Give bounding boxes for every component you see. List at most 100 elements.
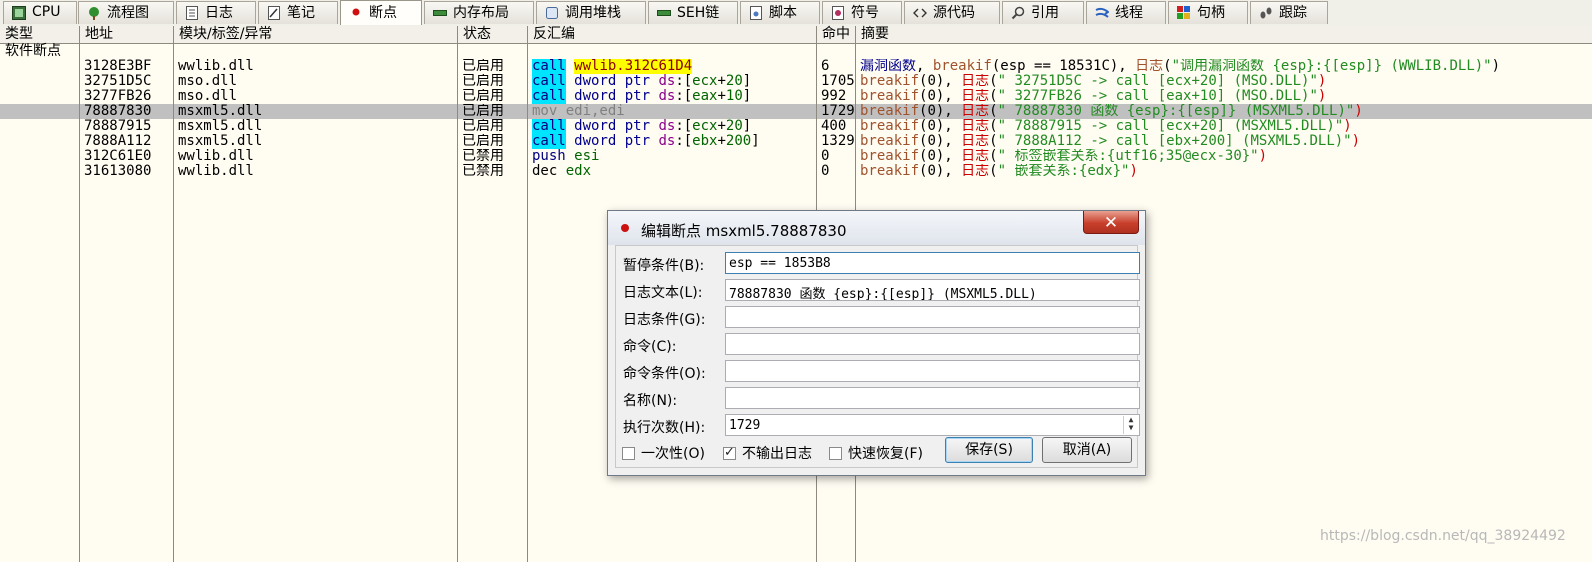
dialog-titlebar[interactable]: 编辑断点 msxml5.78887830 ✕ xyxy=(608,211,1145,245)
tab-breakpoints[interactable]: 断点 xyxy=(340,0,422,25)
script-icon xyxy=(749,6,763,20)
fast-resume-checkbox[interactable]: 快速恢复(F) xyxy=(829,443,923,463)
log-condition-input[interactable] xyxy=(725,306,1140,328)
tab-symbols[interactable]: 符号 xyxy=(822,1,902,24)
tab-threads[interactable]: 线程 xyxy=(1086,1,1166,24)
col-hits[interactable]: 命中 xyxy=(817,26,856,43)
row-module: wwlib.dll xyxy=(178,149,254,164)
log-icon xyxy=(185,6,199,20)
tab-script[interactable]: 脚本 xyxy=(740,1,820,24)
row-disasm: call dword ptr ds:[ecx+20] xyxy=(532,74,752,89)
save-button[interactable]: 保存(S) xyxy=(945,437,1033,463)
group-label: 软件断点 xyxy=(5,43,61,59)
tab-seh-chain[interactable]: SEH链 xyxy=(648,1,738,24)
tab-bar: CPU 流程图 日志 笔记 断点 内存布局 调用堆栈 SEH链 脚本 符号 源代… xyxy=(0,0,1592,27)
command-condition-input[interactable] xyxy=(725,360,1140,382)
cancel-button[interactable]: 取消(A) xyxy=(1042,437,1132,463)
tab-memory-map[interactable]: 内存布局 xyxy=(424,1,534,24)
breakpoint-dot-icon xyxy=(621,224,629,232)
watermark: https://blog.csdn.net/qq_38924492 xyxy=(1320,528,1566,544)
column-divider xyxy=(527,44,528,562)
tab-cpu[interactable]: CPU xyxy=(3,1,77,24)
row-summary: breakif(0), 日志(" 标签嵌套关系:{utf16;35@ecx-30… xyxy=(860,149,1268,164)
tab-log[interactable]: 日志 xyxy=(176,1,256,24)
notes-icon xyxy=(267,6,281,20)
col-state[interactable]: 状态 xyxy=(458,26,528,43)
disasm-call: call xyxy=(532,59,566,74)
tab-source[interactable]: 源代码 xyxy=(904,1,1000,24)
checkbox-box xyxy=(829,446,842,460)
dialog-title: 编辑断点 msxml5.78887830 xyxy=(641,222,847,240)
row-module: wwlib.dll xyxy=(178,59,254,74)
table-row[interactable]: 3128E3BF wwlib.dll 已启用 call wwlib.312C61… xyxy=(0,59,1592,74)
row-address: 78887915 xyxy=(84,119,152,134)
thread-icon xyxy=(1095,6,1110,20)
once-checkbox[interactable]: 一次性(O) xyxy=(622,443,705,463)
close-button[interactable]: ✕ xyxy=(1083,211,1139,234)
field-label: 暂停条件(B): xyxy=(623,258,705,274)
row-summary: breakif(0), 日志(" 3277FB26 -> call [eax+1… xyxy=(860,89,1327,104)
tab-call-stack[interactable]: 调用堆栈 xyxy=(536,1,646,24)
breakpoint-dot-icon xyxy=(349,6,363,20)
row-disasm: push esi xyxy=(532,149,600,164)
row-state: 已启用 xyxy=(462,59,504,74)
tab-flowchart[interactable]: 流程图 xyxy=(78,1,174,24)
row-address: 3128E3BF xyxy=(84,59,152,74)
row-module: wwlib.dll xyxy=(178,164,254,179)
tab-handles[interactable]: 句柄 xyxy=(1168,1,1248,24)
row-summary: 漏洞函数, breakif(esp == 18531C), 日志("调用漏洞函数… xyxy=(860,59,1501,74)
row-summary: breakif(0), 日志(" 78887830 函数 {esp}:{[esp… xyxy=(860,104,1363,119)
checkmark-icon: ✓ xyxy=(724,444,735,460)
row-address: 7888A112 xyxy=(84,134,152,149)
table-row[interactable]: 31613080 wwlib.dll 已禁用 dec edx 0 breakif… xyxy=(0,164,1592,179)
row-summary: breakif(0), 日志(" 78887915 -> call [ecx+2… xyxy=(860,119,1352,134)
row-module: msxml5.dll xyxy=(178,104,263,119)
col-type[interactable]: 类型 xyxy=(0,26,80,43)
table-row[interactable]: 3277FB26 mso.dll 已启用 call dword ptr ds:[… xyxy=(0,89,1592,104)
pause-condition-input[interactable]: esp == 1853B8 xyxy=(725,252,1140,274)
row-hits: 1729 xyxy=(821,104,855,119)
hit-count-value: 1729 xyxy=(729,418,761,433)
tab-references[interactable]: 引用 xyxy=(1002,1,1084,24)
edit-breakpoint-dialog: 编辑断点 msxml5.78887830 ✕ 暂停条件(B): esp == 1… xyxy=(607,210,1146,476)
cpu-icon xyxy=(12,6,26,20)
col-address[interactable]: 地址 xyxy=(80,26,174,43)
row-hits: 1329 xyxy=(821,134,855,149)
row-hits: 992 xyxy=(821,89,847,104)
row-address: 78887830 xyxy=(84,104,152,119)
row-module: mso.dll xyxy=(178,89,238,104)
dialog-body: 暂停条件(B): esp == 1853B8 日志文本(L): 78887830… xyxy=(615,245,1140,468)
col-module[interactable]: 模块/标签/异常 xyxy=(174,26,458,43)
col-disasm[interactable]: 反汇编 xyxy=(528,26,817,43)
row-hits: 0 xyxy=(821,149,830,164)
row-address: 312C61E0 xyxy=(84,149,152,164)
spin-arrows-icon[interactable]: ▲ ▼ xyxy=(1123,416,1138,434)
silent-log-checkbox[interactable]: ✓ 不输出日志 xyxy=(723,443,812,463)
name-input[interactable] xyxy=(725,387,1140,409)
disasm-label: wwlib.312C61D4 xyxy=(574,59,693,74)
row-disasm: dec edx xyxy=(532,164,592,179)
hit-count-stepper[interactable]: 1729 ▲ ▼ xyxy=(725,414,1140,436)
column-header: 类型 地址 模块/标签/异常 状态 反汇编 命中 摘要 xyxy=(0,26,1592,44)
table-row[interactable]: 32751D5C mso.dll 已启用 call dword ptr ds:[… xyxy=(0,74,1592,89)
row-module: msxml5.dll xyxy=(178,119,263,134)
row-hits: 1705 xyxy=(821,74,855,89)
tab-notes[interactable]: 笔记 xyxy=(258,1,338,24)
row-address: 3277FB26 xyxy=(84,89,152,104)
command-input[interactable] xyxy=(725,333,1140,355)
tab-trace[interactable]: 跟踪 xyxy=(1250,1,1328,24)
seh-icon xyxy=(657,6,671,20)
callstack-icon xyxy=(545,6,559,20)
column-divider xyxy=(457,44,458,562)
row-address: 32751D5C xyxy=(84,74,152,89)
source-icon xyxy=(913,6,927,20)
table-row[interactable]: 7888A112 msxml5.dll 已启用 call dword ptr d… xyxy=(0,134,1592,149)
row-hits: 6 xyxy=(821,59,830,74)
table-row[interactable]: 78887915 msxml5.dll 已启用 call dword ptr d… xyxy=(0,119,1592,134)
log-text-input[interactable]: 78887830 函数 {esp}:{[esp]} (MSXML5.DLL) xyxy=(725,279,1140,301)
table-row[interactable]: 312C61E0 wwlib.dll 已禁用 push esi 0 breaki… xyxy=(0,149,1592,164)
row-hits: 0 xyxy=(821,164,830,179)
col-summary[interactable]: 摘要 xyxy=(856,26,1592,43)
field-label: 执行次数(H): xyxy=(623,420,706,436)
table-row-selected[interactable]: 78887830 msxml5.dll 已启用 mov edi,edi 1729… xyxy=(0,104,1592,119)
